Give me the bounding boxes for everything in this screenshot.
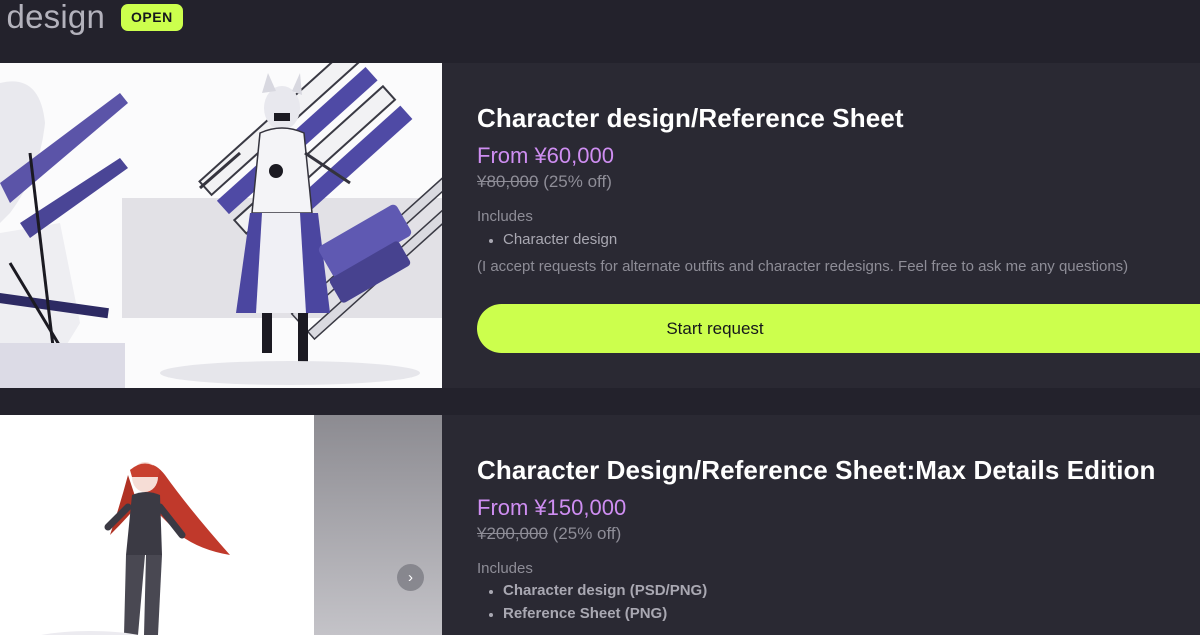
discount-label: (25% off)	[552, 524, 622, 543]
start-request-label: Start request	[666, 319, 764, 338]
card-title: Character Design/Reference Sheet:Max Det…	[477, 455, 1156, 485]
original-price-line: ¥200,000 (25% off)	[477, 524, 621, 544]
original-price-line: ¥80,000 (25% off)	[477, 172, 612, 192]
card-title: Character design/Reference Sheet	[477, 103, 904, 133]
price: From ¥60,000	[477, 143, 614, 168]
original-price: ¥200,000	[477, 524, 548, 543]
include-item: Character design	[477, 231, 617, 248]
commission-card: Character design/Reference Sheet From ¥6…	[0, 63, 1200, 388]
section-title: r design	[0, 0, 106, 35]
include-item: Character design (PSD/PNG)	[477, 582, 707, 599]
character-artwork-image	[0, 63, 442, 388]
includes-list: Character design	[477, 231, 617, 248]
status-badge: OPEN	[121, 4, 183, 31]
start-request-button[interactable]: Start request	[477, 304, 1200, 353]
chevron-right-icon[interactable]: ›	[397, 564, 424, 591]
description-note: (I accept requests for alternate outfits…	[477, 258, 1129, 275]
sample-image[interactable]	[0, 63, 442, 388]
original-price: ¥80,000	[477, 172, 539, 191]
character-artwork-image	[0, 415, 442, 635]
includes-label: Includes	[477, 560, 533, 577]
commission-card: › Character Design/Reference Sheet:Max D…	[0, 415, 1200, 635]
includes-label: Includes	[477, 208, 533, 225]
sample-image[interactable]: ›	[0, 415, 442, 635]
include-item: Reference Sheet (PNG)	[477, 605, 707, 622]
section-header: r design OPEN	[0, 0, 1200, 40]
includes-list: Character design (PSD/PNG) Reference She…	[477, 582, 707, 622]
discount-label: (25% off)	[543, 172, 612, 191]
price: From ¥150,000	[477, 495, 627, 520]
